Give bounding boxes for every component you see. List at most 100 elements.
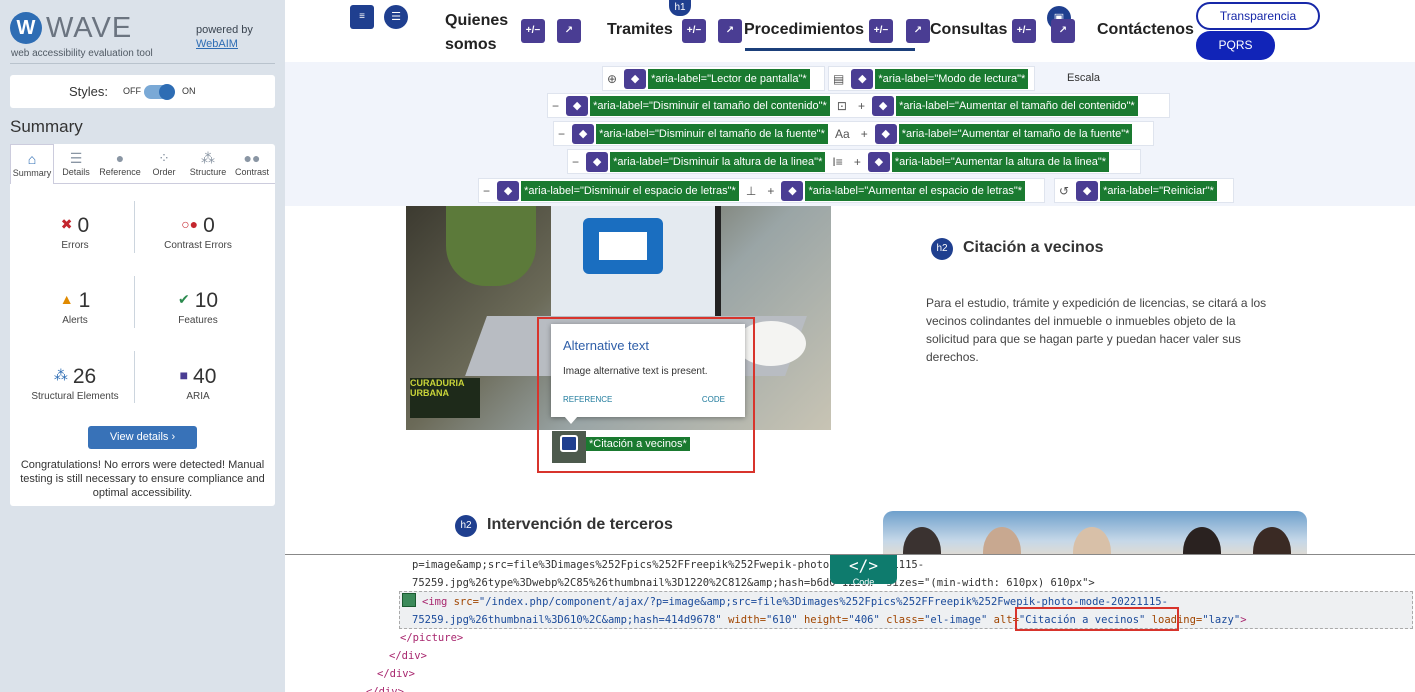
- aria-dis-letras-label: *aria-label="Disminuir el espacio de let…: [521, 181, 739, 201]
- plus-icon[interactable]: +: [858, 94, 865, 118]
- code-class-attr: class=: [879, 614, 925, 626]
- aria-expanded-icon: +/−: [521, 19, 545, 43]
- letter-spacing-icon: ⊥: [745, 184, 757, 198]
- aria-reiniciar-label: *aria-label="Reiniciar"*: [1100, 181, 1217, 201]
- contrast-error-icon: ○●: [181, 216, 199, 232]
- toolbar-row-lector: ⊕ ◆ *aria-label="Lector de pantalla"*: [602, 66, 825, 91]
- code-toggle-label: Code: [852, 577, 875, 587]
- aria-count: 40: [193, 365, 217, 388]
- powered-by-label: powered by: [196, 24, 253, 36]
- stat-structural[interactable]: ⁂ 26 Structural Elements: [15, 365, 135, 402]
- nav-consultas[interactable]: Consultas: [930, 21, 1007, 39]
- plus-icon[interactable]: +: [854, 150, 861, 174]
- tab-contrast[interactable]: ●● Contrast: [230, 144, 274, 183]
- alt-text-icon[interactable]: [552, 431, 586, 463]
- h2-badge-icon: h2: [931, 238, 953, 260]
- minus-icon[interactable]: −: [552, 94, 559, 118]
- structural-count: 26: [72, 365, 97, 388]
- minus-icon[interactable]: −: [572, 150, 579, 174]
- image-icon: [402, 593, 416, 607]
- aria-tag-dis-fuente[interactable]: ◆ *aria-label="Disminuir el tamaño de la …: [572, 124, 828, 144]
- stat-errors[interactable]: ✖ 0 Errors: [15, 214, 135, 251]
- pqrs-button[interactable]: PQRS: [1196, 31, 1275, 60]
- toolbar-row-letras: − ◆ *aria-label="Disminuir el espacio de …: [478, 178, 1045, 203]
- code-icon: </>: [849, 556, 878, 575]
- people-image: [883, 511, 1307, 554]
- stat-alerts[interactable]: ▲ 1 Alerts: [15, 289, 135, 326]
- code-src-attr: src=: [453, 596, 479, 608]
- aria-tag-aum-altura[interactable]: ◆ *aria-label="Aumentar la altura de la l…: [867, 152, 1110, 172]
- nav-procedimientos[interactable]: Procedimientos: [744, 21, 864, 39]
- minus-icon[interactable]: −: [558, 122, 565, 146]
- aria-tag-aum-contenido[interactable]: ◆ *aria-label="Aumentar el tamaño del con…: [872, 96, 1138, 116]
- wave-logo-icon: W: [10, 12, 42, 44]
- nav-quienes-line2: somos: [445, 36, 497, 53]
- content-size-icon: ⊡: [836, 99, 847, 113]
- contrast-count: 0: [203, 214, 215, 237]
- aria-tag-dis-letras[interactable]: ◆ *aria-label="Disminuir el espacio de le…: [497, 181, 739, 201]
- escala-label: Escala: [1067, 72, 1101, 84]
- accessibility-toolbar: ⊕ ◆ *aria-label="Lector de pantalla"* ▤ ◆…: [285, 62, 1415, 206]
- tab-order[interactable]: ⁘ Order: [142, 144, 186, 183]
- code-loading-value: "lazy": [1202, 614, 1241, 626]
- code-toggle-button[interactable]: </> Code: [830, 555, 897, 587]
- tab-details[interactable]: ☰ Details: [54, 144, 98, 183]
- font-size-icon: Aa: [834, 127, 850, 141]
- tab-details-label: Details: [62, 167, 90, 177]
- stat-contrast-errors[interactable]: ○● 0 Contrast Errors: [138, 214, 258, 251]
- popup-reference-link[interactable]: REFERENCE: [563, 395, 612, 404]
- structure-icon: ⁂: [53, 367, 68, 383]
- stat-aria[interactable]: ■ 40 ARIA: [138, 365, 258, 402]
- wave-header: W WAVE web accessibility evaluation tool…: [10, 10, 275, 64]
- switch-knob: [159, 84, 175, 100]
- tab-structure[interactable]: ⁂ Structure: [186, 144, 230, 183]
- aria-dis-altura-label: *aria-label="Disminuir la altura de la l…: [610, 152, 826, 172]
- toolbar-row-modo: ▤ ◆ *aria-label="Modo de lectura"*: [828, 66, 1035, 91]
- aria-label: ARIA: [186, 391, 210, 402]
- plus-icon[interactable]: +: [861, 122, 868, 146]
- site-navbar: ≡ ☰ Quienes somos +/− ↗ Tramites +/− h1 …: [285, 0, 1415, 62]
- plus-icon[interactable]: +: [767, 179, 774, 203]
- link-icon: ↗: [1051, 19, 1075, 43]
- features-label: Features: [178, 315, 218, 326]
- feature-icon: ✔: [177, 291, 190, 307]
- aria-tag-aum-letras[interactable]: ◆ *aria-label="Aumentar el espacio de let…: [781, 181, 1026, 201]
- nav-quienes-somos[interactable]: Quienes somos: [445, 9, 508, 57]
- contrast-label: Contrast Errors: [164, 240, 232, 251]
- tab-summary-label: Summary: [12, 168, 52, 178]
- tab-order-label: Order: [152, 167, 176, 177]
- aria-tag-dis-altura[interactable]: ◆ *aria-label="Disminuir la altura de la …: [586, 152, 826, 172]
- view-details-button[interactable]: View details ›: [88, 426, 197, 449]
- line-height-icon: I≡: [832, 155, 843, 169]
- link-icon: ↗: [557, 19, 581, 43]
- aria-tag-lector[interactable]: ◆ *aria-label="Lector de pantalla"*: [624, 69, 810, 89]
- structure-icon: ⁂: [201, 150, 215, 166]
- popup-code-link[interactable]: CODE: [702, 395, 725, 404]
- code-height-attr: height=: [797, 614, 849, 626]
- aria-tag-reiniciar[interactable]: ◆ *aria-label="Reiniciar"*: [1076, 181, 1217, 201]
- mail-icon: [583, 218, 663, 274]
- congratulations-message: Congratulations! No errors were detected…: [20, 459, 265, 499]
- aria-tag-aum-fuente[interactable]: ◆ *aria-label="Aumentar el tamaño de la f…: [874, 124, 1133, 144]
- tab-summary[interactable]: ⌂ Summary: [10, 144, 54, 184]
- citacion-paragraph: Para el estudio, trámite y expedición de…: [926, 296, 1267, 364]
- transparencia-button[interactable]: Transparencia: [1196, 2, 1320, 30]
- code-src-value-cont: 75259.jpg%26thumbnail%3D610%2C&amp;hash=…: [412, 614, 722, 626]
- tab-reference[interactable]: ● Reference: [98, 144, 142, 183]
- aria-tag-modo[interactable]: ◆ *aria-label="Modo de lectura"*: [851, 69, 1029, 89]
- code-div-close: </div>: [377, 668, 415, 680]
- tab-structure-label: Structure: [189, 167, 227, 177]
- styles-switch[interactable]: [144, 84, 175, 100]
- styles-toggle-box: Styles: OFF ON: [10, 75, 275, 108]
- webaim-link[interactable]: WebAIM: [196, 38, 238, 50]
- nav-tramites[interactable]: Tramites: [607, 21, 673, 39]
- stat-features[interactable]: ✔ 10 Features: [138, 289, 258, 326]
- aria-tag-dis-contenido[interactable]: ◆ *aria-label="Disminuir el tamaño del co…: [566, 96, 830, 116]
- nav-contactenos[interactable]: Contáctenos: [1097, 21, 1194, 39]
- aria-aum-fuente-label: *aria-label="Aumentar el tamaño de la fu…: [898, 124, 1133, 144]
- toolbar-row-contenido: − ◆ *aria-label="Disminuir el tamaño del …: [547, 93, 1170, 118]
- minus-icon[interactable]: −: [483, 179, 490, 203]
- tab-reference-label: Reference: [99, 167, 141, 177]
- alternative-text-popup: Alternative text Image alternative text …: [551, 324, 745, 417]
- reset-icon[interactable]: ↺: [1059, 179, 1069, 203]
